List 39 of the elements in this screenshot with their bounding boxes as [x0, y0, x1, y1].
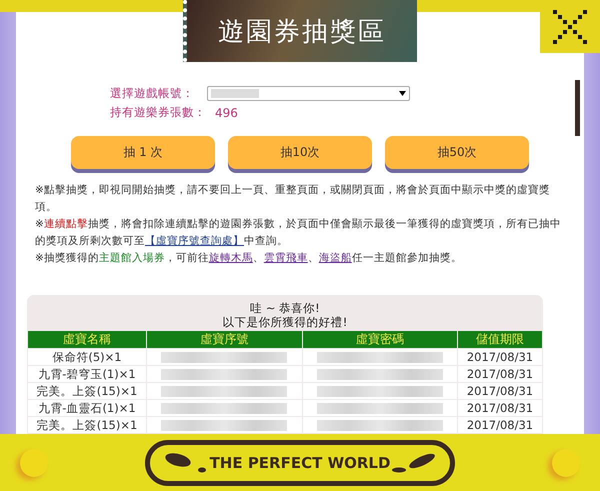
text-link[interactable]: 海盜船 [318, 252, 352, 264]
table-cell: 保命符(5)×1 [28, 349, 146, 365]
column-header: 虛寶序號 [147, 331, 302, 348]
brand-text: THE PERFECT WORLD [210, 454, 390, 472]
congrats-subtext: 以下是你所獲得的好禮! [222, 315, 348, 329]
table-cell: 2017/08/31 [458, 349, 542, 365]
banner-title: 遊園券抽獎區 [218, 16, 386, 48]
draw-button[interactable]: 抽10次 [228, 136, 372, 169]
text-link[interactable]: 【虛寶序號查詢處】 [145, 235, 244, 247]
circle-icon [552, 449, 580, 477]
dropdown-caret-icon [399, 91, 406, 96]
ticket-count: 496 [215, 106, 238, 120]
table-cell: 完美。上簽(15)×1 [28, 417, 146, 433]
note-text: ※點擊抽獎，即視同開始抽獎，請不要回上一頁、重整頁面，或關閉頁面，將會於頁面中顯示中獎的虛寶獎項。 [35, 183, 551, 215]
table-cell: 九霄-碧穹玉(1)×1 [28, 366, 146, 382]
footprint-icon [164, 452, 208, 474]
account-dropdown[interactable] [206, 86, 410, 101]
table-cell: 2017/08/31 [458, 366, 542, 382]
text-link[interactable]: 旋轉木馬 [208, 252, 253, 264]
column-header: 虛寶名稱 [28, 331, 146, 348]
table-cell: 2017/08/31 [458, 417, 542, 433]
table-cell: 2017/08/31 [458, 400, 542, 416]
congrats-text: 哇 ~ 恭喜你! [249, 301, 321, 315]
circle-icon [20, 449, 48, 477]
draw-button[interactable]: 抽50次 [385, 136, 529, 169]
draw-button[interactable]: 抽 1 次 [71, 136, 215, 169]
ticket-count-label: 持有遊樂券張數： [110, 105, 205, 120]
account-label: 選擇遊戲帳號： [110, 86, 195, 101]
column-header: 虛寶密碼 [302, 331, 457, 348]
scrollbar-thumb[interactable] [575, 80, 580, 136]
close-icon [553, 10, 587, 44]
column-header: 儲值期限 [458, 331, 542, 348]
text-link[interactable]: 雲霄飛車 [264, 252, 308, 264]
note-text: ※連續點擊抽獎，將會扣除連續點擊的遊園券張數，於頁面中僅會顯示最後一筆獲得的虛寶獎項，所有已抽中的獎項及所剩次數可至【虛寶序號查詢處】中查詢。 [35, 217, 562, 249]
note-text: ※抽獎獲得的主題館入場券，可前往旋轉木馬、雲霄飛車、海盜船任一主題館參加抽獎。 [35, 251, 463, 266]
table-cell: 完美。上簽(15)×1 [28, 383, 146, 399]
table-cell: 九霄-血靈石(1)×1 [28, 400, 146, 416]
footprint-icon [392, 452, 436, 474]
table-cell: 2017/08/31 [458, 383, 542, 399]
